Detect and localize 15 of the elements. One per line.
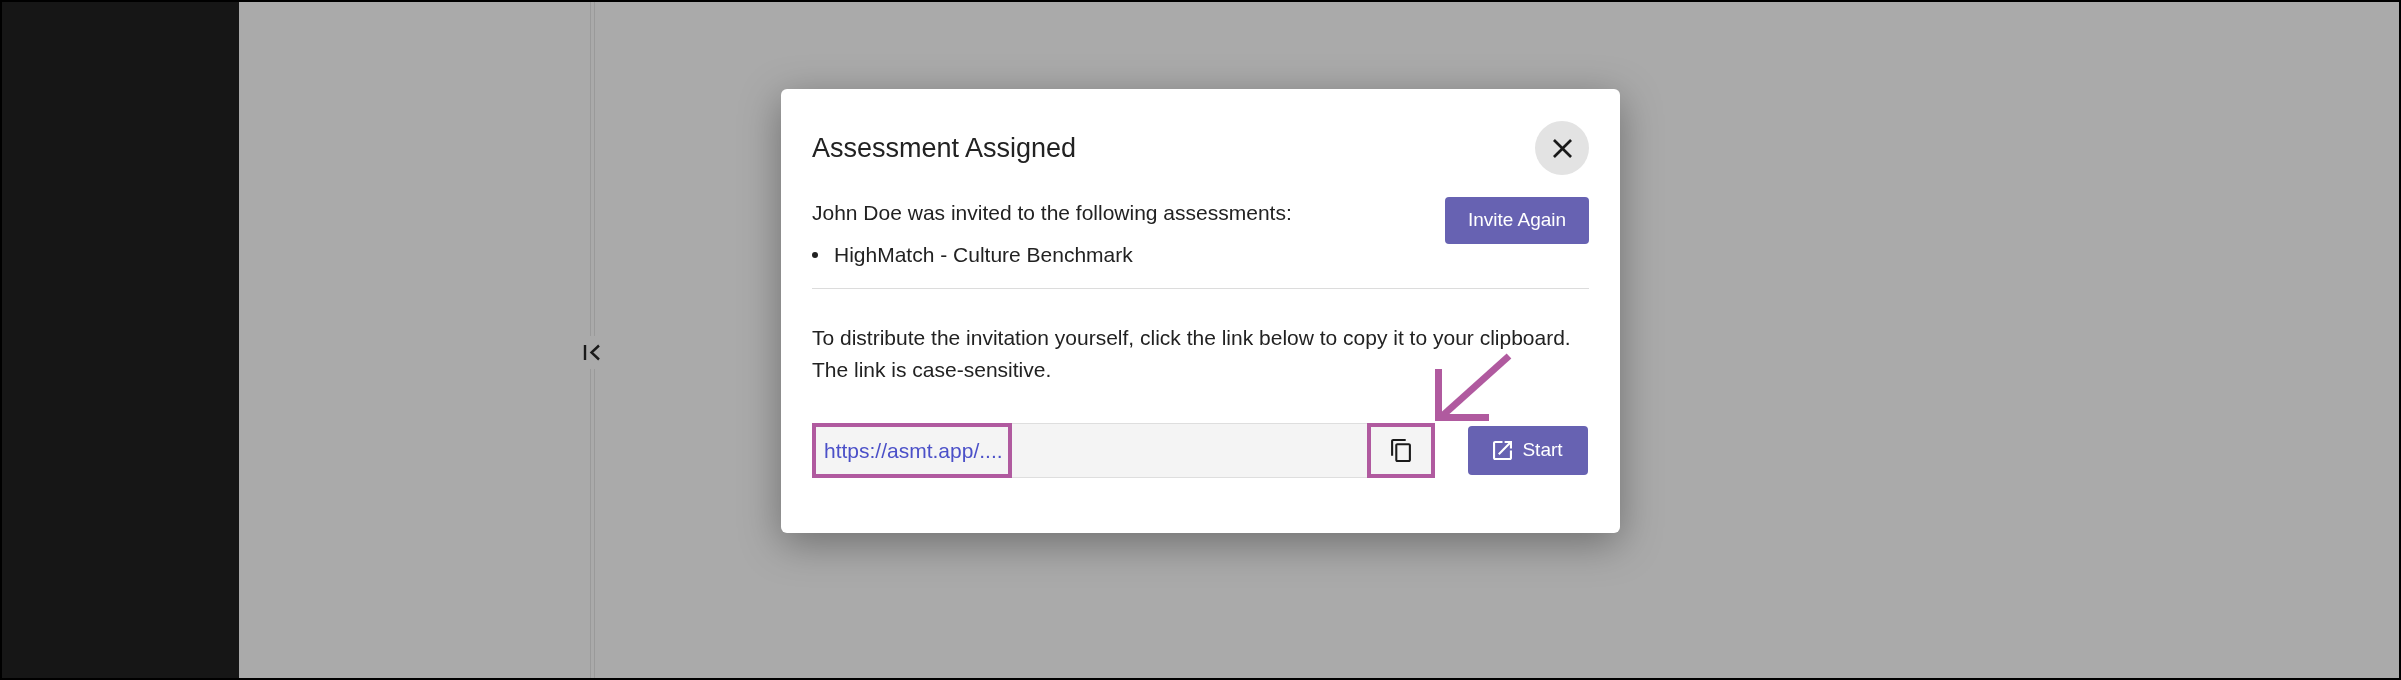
invite-again-button[interactable]: Invite Again [1445, 197, 1589, 244]
dialog-title: Assessment Assigned [812, 132, 1077, 164]
copy-icon [1391, 439, 1411, 462]
instructions-text: To distribute the invitation yourself, click the link below to copy it to your clipboard. [812, 326, 1571, 350]
bullet-icon [812, 252, 818, 258]
close-icon [1552, 138, 1572, 158]
invitation-message: John Doe was invited to the following assessments: [812, 200, 1292, 226]
start-button[interactable]: Start [1468, 426, 1588, 475]
invitation-link[interactable]: https://asmt.app/.... [824, 437, 1003, 464]
open-in-new-icon [1493, 441, 1513, 460]
link-field[interactable]: https://asmt.app/.... [812, 423, 1435, 478]
close-button[interactable] [1535, 121, 1589, 175]
instructions-text: The link is case-sensitive. [812, 358, 1052, 382]
assessment-name: HighMatch - Culture Benchmark [834, 242, 1133, 268]
collapse-icon[interactable] [583, 344, 601, 361]
